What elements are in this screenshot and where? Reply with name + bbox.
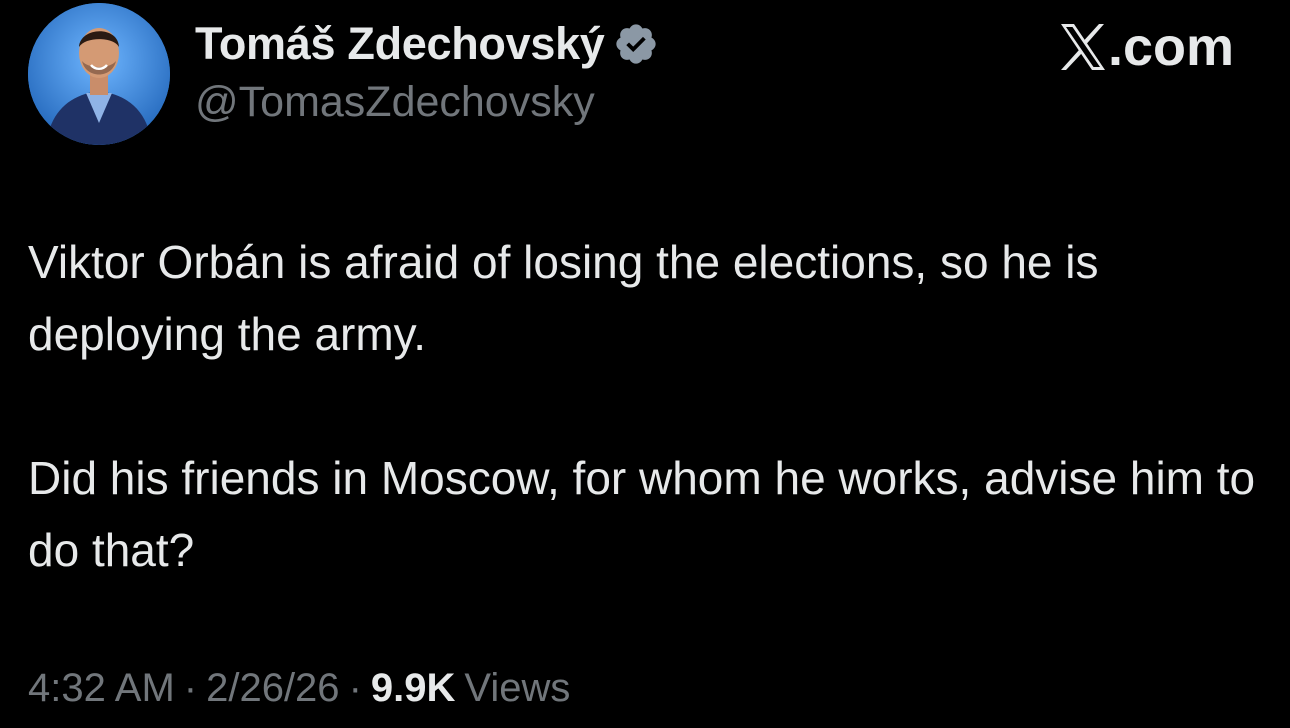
verified-badge-icon (613, 21, 659, 67)
author-name-row: Tomáš Zdechovský (195, 16, 659, 72)
author-handle[interactable]: @TomasZdechovsky (195, 78, 595, 127)
avatar[interactable] (28, 3, 170, 145)
tweet-card: Tomáš Zdechovský @TomasZdechovsky .com V… (0, 0, 1290, 728)
views-count: 9.9K (370, 666, 456, 710)
brand-text: .com (1107, 17, 1234, 77)
tweet-time[interactable]: 4:32 AM (28, 666, 175, 711)
tweet-paragraph: Viktor Orbán is afraid of losing the ele… (28, 236, 1099, 360)
tweet-date[interactable]: 2/26/26 (206, 666, 339, 711)
tweet-text: Viktor Orbán is afraid of losing the ele… (28, 226, 1268, 586)
brand-watermark: .com (1059, 16, 1234, 78)
tweet-meta: 4:32 AM · 2/26/26 · 9.9K Views (28, 666, 570, 711)
profile-photo (28, 3, 170, 145)
display-name[interactable]: Tomáš Zdechovský (195, 18, 605, 70)
tweet-paragraph: Did his friends in Moscow, for whom he w… (28, 452, 1256, 576)
meta-separator: · (348, 666, 362, 710)
meta-separator: · (183, 666, 198, 710)
x-logo-icon (1059, 22, 1107, 72)
views-label: Views (464, 666, 571, 710)
